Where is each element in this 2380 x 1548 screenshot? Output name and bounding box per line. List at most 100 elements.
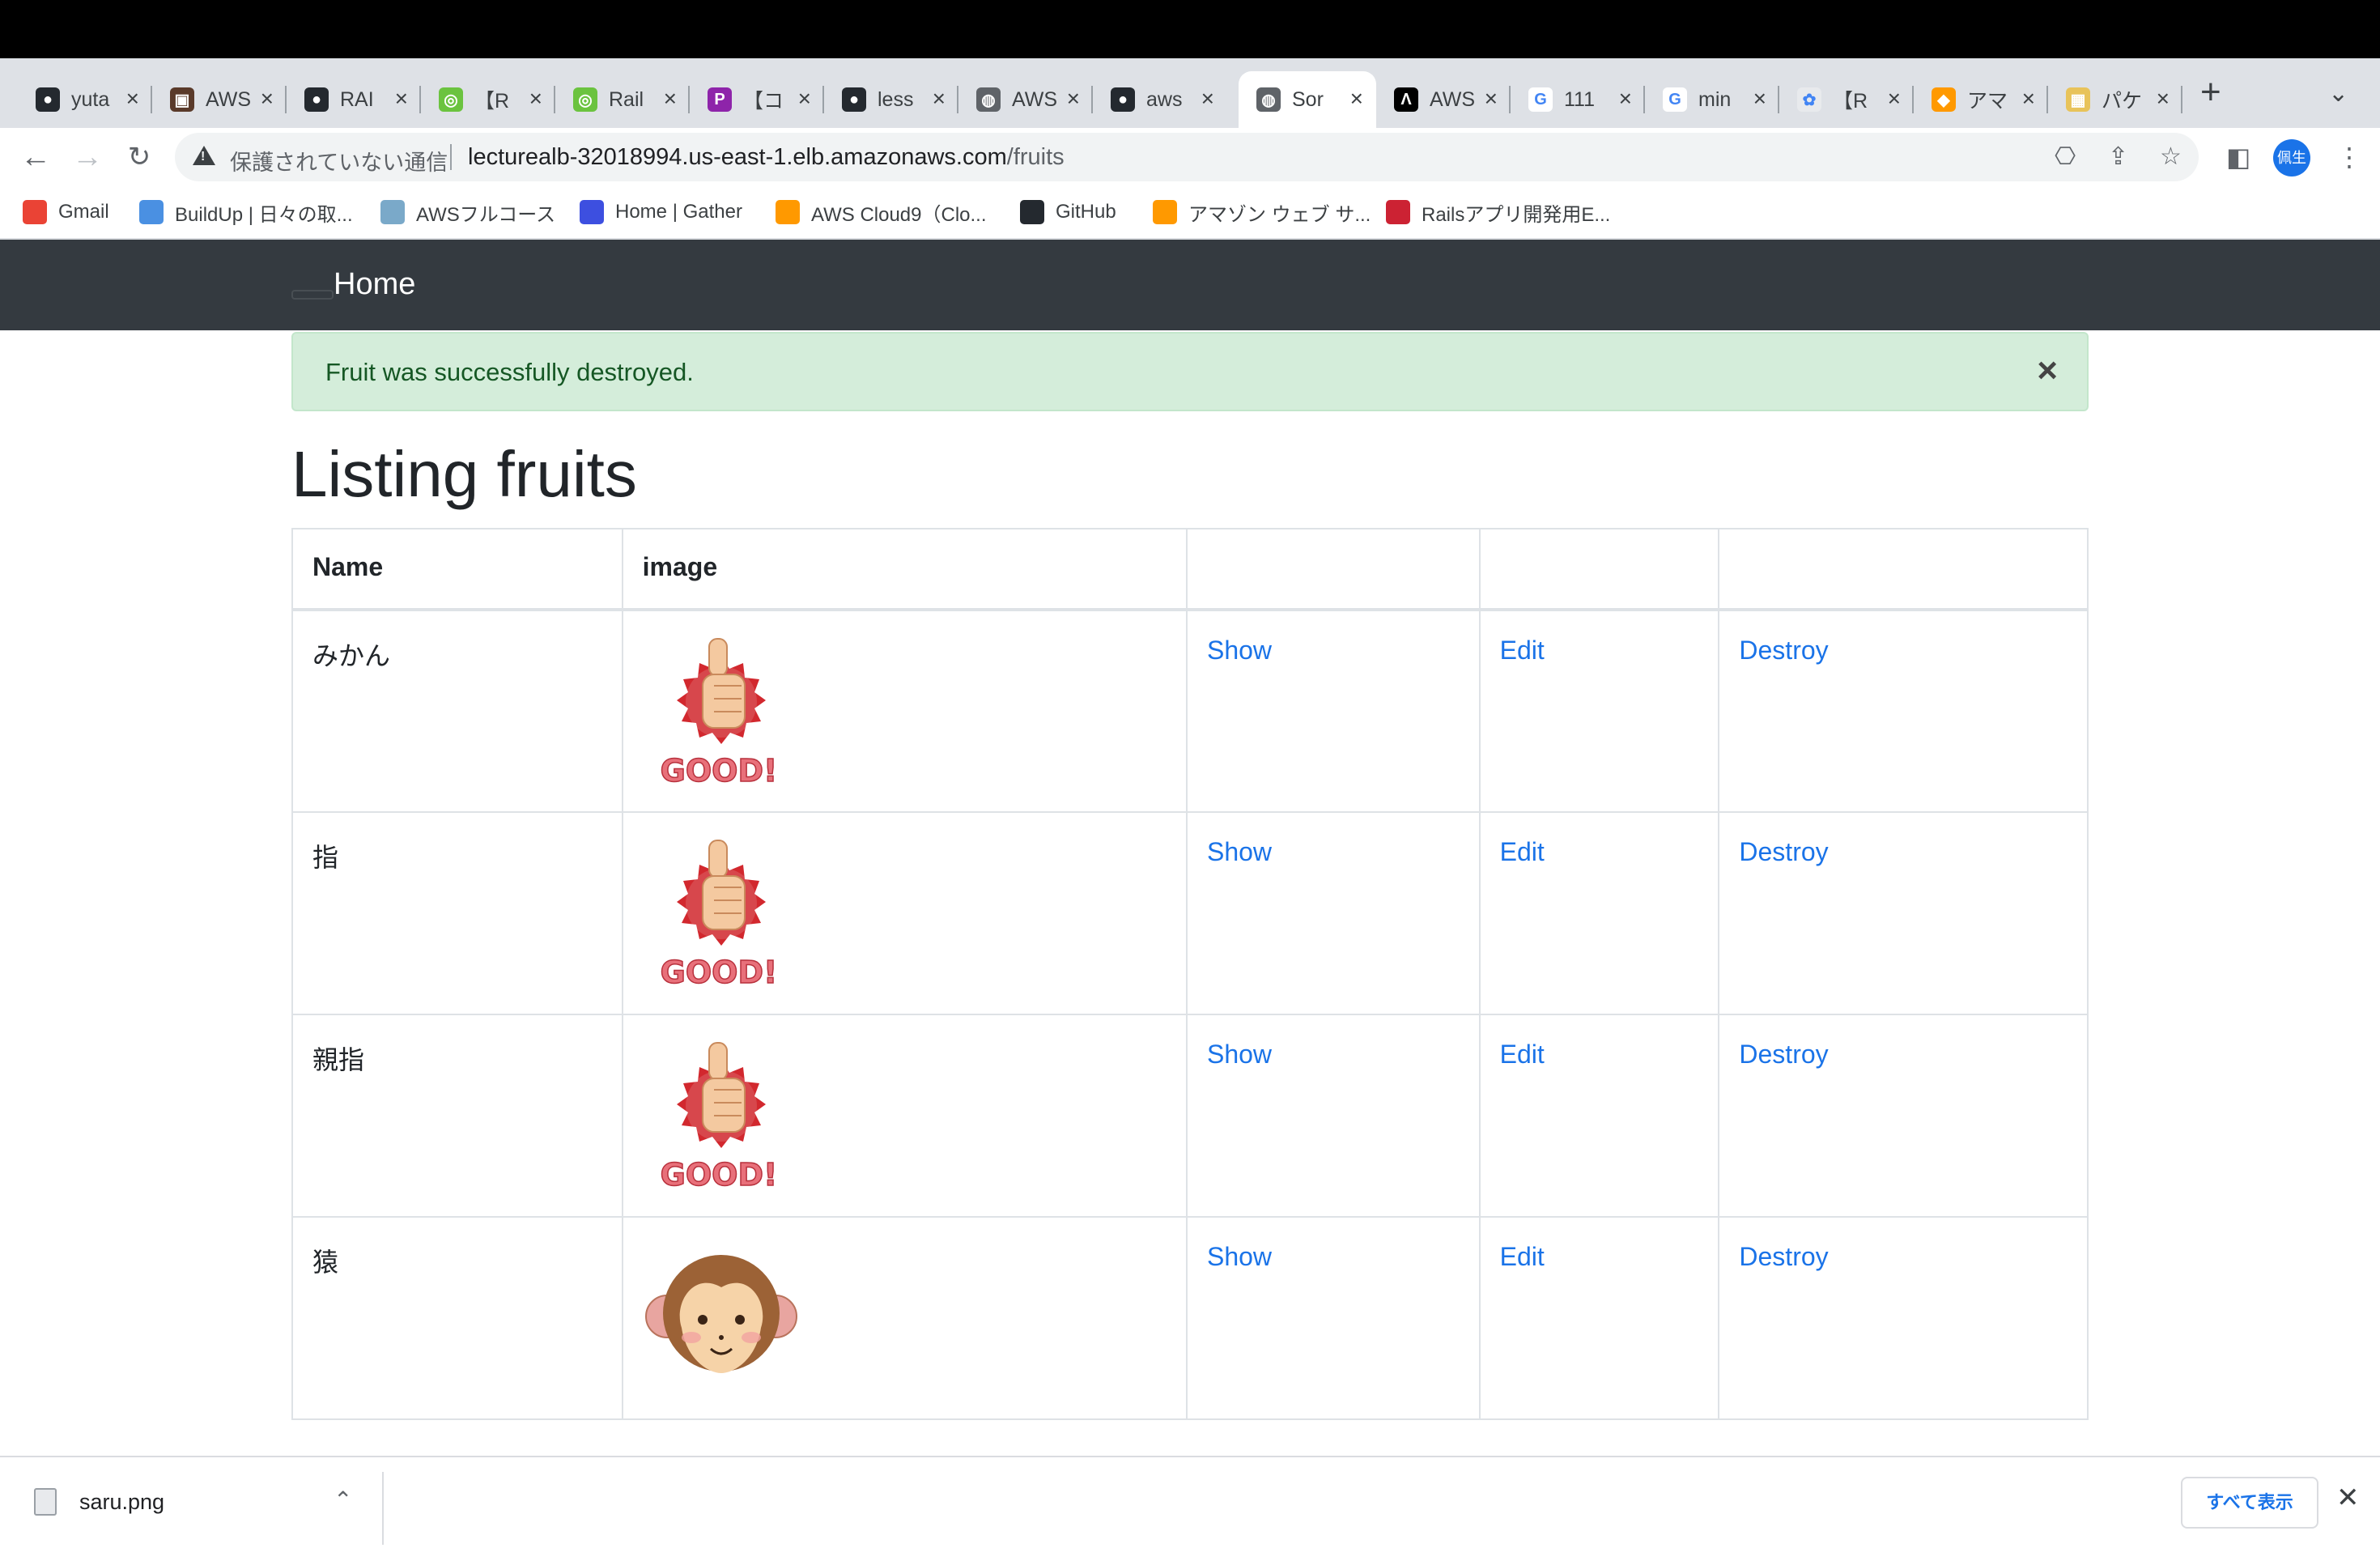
not-secure-label[interactable]: 保護されていない通信 <box>230 145 448 176</box>
edit-link[interactable]: Edit <box>1500 837 1545 866</box>
edit-link[interactable]: Edit <box>1500 636 1545 665</box>
tab-close-icon[interactable]: × <box>2022 85 2035 113</box>
tab-favicon-icon: ◍ <box>1256 87 1281 112</box>
destroy-link[interactable]: Destroy <box>1739 636 1828 665</box>
nav-home-link[interactable]: Home <box>334 267 415 302</box>
browser-tab[interactable]: Λ AWS × <box>1376 71 1511 128</box>
thumbs-up-good-image: GOOD! <box>660 1042 778 1193</box>
chevron-up-icon[interactable]: ⌃ <box>334 1486 352 1513</box>
tab-close-icon[interactable]: × <box>261 85 274 113</box>
browser-tab[interactable]: Gmin × <box>1645 71 1779 128</box>
browser-tab[interactable]: ✿ 【R × <box>1779 71 1914 128</box>
kebab-menu-icon[interactable]: ⋮ <box>2336 141 2362 173</box>
browser-tab[interactable]: ◍ AWS × <box>958 71 1093 128</box>
address-bar[interactable]: 保護されていない通信 lecturealb-32018994.us-east-1… <box>175 133 2199 181</box>
browser-tab[interactable]: P 【コ × <box>690 71 824 128</box>
reload-icon[interactable]: ↻ <box>121 139 157 175</box>
tab-favicon-icon: ● <box>36 87 60 112</box>
back-arrow-icon[interactable]: ← <box>18 139 53 175</box>
bookmark-item[interactable]: Home | Gather <box>580 198 742 227</box>
tab-close-icon[interactable]: × <box>1485 85 1498 113</box>
edit-link[interactable]: Edit <box>1500 1040 1545 1069</box>
tab-title: aws <box>1146 87 1183 111</box>
browser-tab[interactable]: ◎ 【R × <box>421 71 555 128</box>
browser-tab[interactable]: ◍ Sor × <box>1239 71 1376 128</box>
tab-close-icon[interactable]: × <box>395 85 408 113</box>
tab-search-chevron-icon[interactable]: ⌄ <box>2328 79 2348 108</box>
tab-separator <box>2181 86 2182 113</box>
translate-icon[interactable]: ⎔ <box>2055 142 2076 171</box>
tab-close-icon[interactable]: × <box>1201 85 1214 113</box>
download-file-name[interactable]: saru.png <box>79 1490 164 1515</box>
browser-tab[interactable]: ▣ AWS × <box>152 71 287 128</box>
tab-close-icon[interactable]: × <box>1350 85 1363 113</box>
tab-close-icon[interactable]: × <box>933 85 946 113</box>
show-link[interactable]: Show <box>1207 636 1272 665</box>
bookmark-label: AWS Cloud9（Clo... <box>811 203 987 226</box>
bookmark-favicon-icon <box>1153 200 1177 224</box>
tab-close-icon[interactable]: × <box>1067 85 1080 113</box>
browser-tab[interactable]: ● RAI × <box>287 71 421 128</box>
side-panel-icon[interactable]: ◧ <box>2226 141 2250 173</box>
browser-tab[interactable]: ● less × <box>824 71 958 128</box>
browser-tab[interactable]: ▦ パケ × <box>2048 71 2182 128</box>
svg-text:GOOD!: GOOD! <box>660 753 777 789</box>
tab-close-icon[interactable]: × <box>798 85 811 113</box>
tab-close-icon[interactable]: × <box>1753 85 1766 113</box>
browser-tab[interactable]: ● aws × <box>1093 71 1227 128</box>
bookmark-item[interactable]: Railsアプリ開発用E... <box>1386 198 1610 227</box>
bookmark-item[interactable]: GitHub <box>1020 198 1116 227</box>
show-all-downloads-button[interactable]: すべて表示 <box>2181 1477 2318 1529</box>
destroy-cell: Destroy <box>1718 1216 2089 1420</box>
shelf-divider <box>382 1472 384 1545</box>
table-row: 猿 Show Edit Destroy <box>291 1216 2089 1420</box>
bookmark-item[interactable]: Gmail <box>23 198 109 227</box>
tab-title: 111 <box>1564 87 1596 111</box>
destroy-link[interactable]: Destroy <box>1739 837 1828 866</box>
browser-tab[interactable]: G 111 × <box>1511 71 1645 128</box>
show-link[interactable]: Show <box>1207 1040 1272 1069</box>
destroy-link[interactable]: Destroy <box>1739 1040 1828 1069</box>
bookmark-item[interactable]: BuildUp | 日々の取... <box>139 198 353 227</box>
bookmark-item[interactable]: AWSフルコース <box>380 198 555 227</box>
bookmark-item[interactable]: アマゾン ウェブ サ... <box>1153 198 1371 227</box>
navbar-toggler[interactable] <box>291 290 334 300</box>
profile-avatar[interactable]: 佩生 <box>2273 139 2310 176</box>
destroy-link[interactable]: Destroy <box>1739 1242 1828 1271</box>
browser-tab[interactable]: ◆ アマ × <box>1914 71 2048 128</box>
tab-title: 【R <box>474 90 510 113</box>
not-secure-warning-icon[interactable] <box>193 146 215 165</box>
thumbs-up-good-image: GOOD! <box>660 840 778 991</box>
alert-close-icon[interactable]: × <box>2037 351 2058 390</box>
share-icon[interactable]: ⇪ <box>2108 142 2128 171</box>
tab-close-icon[interactable]: × <box>664 85 677 113</box>
show-cell: Show <box>1185 811 1481 1015</box>
url-text[interactable]: lecturealb-32018994.us-east-1.elb.amazon… <box>468 144 1065 171</box>
browser-tab[interactable]: ◎ Rail × <box>555 71 690 128</box>
close-icon[interactable]: ✕ <box>2336 1482 2360 1514</box>
show-link[interactable]: Show <box>1207 1242 1272 1271</box>
bookmark-star-icon[interactable]: ☆ <box>2160 142 2182 171</box>
tab-close-icon[interactable]: × <box>529 85 542 113</box>
show-link[interactable]: Show <box>1207 837 1272 866</box>
tab-close-icon[interactable]: × <box>2157 85 2170 113</box>
new-tab-button[interactable]: + <box>2200 74 2221 110</box>
address-separator <box>450 144 452 170</box>
forward-arrow-icon[interactable]: → <box>70 139 105 175</box>
file-icon[interactable] <box>34 1488 57 1516</box>
tab-close-icon[interactable]: × <box>1619 85 1632 113</box>
tab-strip: ● yuta × ▣ AWS × ● RAI × ◎ 【R × ◎ Rail × P 【コ × ● less × ◍ AWS… <box>0 58 2380 128</box>
bookmark-label: Railsアプリ開発用E... <box>1422 203 1611 226</box>
svg-text:GOOD!: GOOD! <box>660 1157 777 1193</box>
url-path: /fruits <box>1006 144 1065 170</box>
tab-favicon-icon: ▦ <box>2066 87 2090 112</box>
fruits-table: Name image みかん GOOD! Show Edit Destroy 指 GO… <box>291 528 2089 1420</box>
tab-close-icon[interactable]: × <box>126 85 139 113</box>
tab-close-icon[interactable]: × <box>1888 85 1901 113</box>
bookmark-favicon-icon <box>1020 200 1044 224</box>
bookmark-item[interactable]: AWS Cloud9（Clo... <box>776 198 987 227</box>
browser-tab[interactable]: ● yuta × <box>18 71 152 128</box>
tab-favicon-icon: G <box>1663 87 1687 112</box>
fruit-image-cell <box>621 1216 1188 1420</box>
edit-link[interactable]: Edit <box>1500 1242 1545 1271</box>
